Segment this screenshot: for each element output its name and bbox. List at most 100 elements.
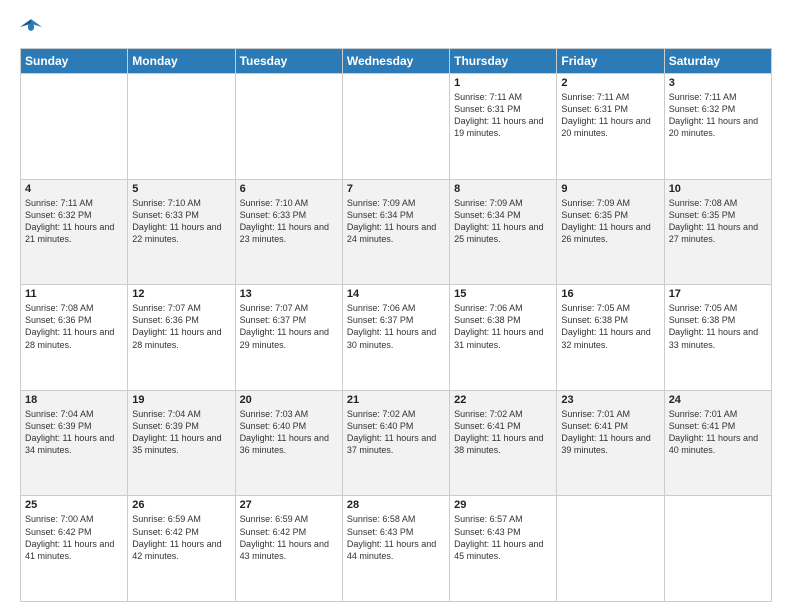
day-cell: 17 Sunrise: 7:05 AM Sunset: 6:38 PM Dayli… (664, 285, 771, 391)
day-cell: 21 Sunrise: 7:02 AM Sunset: 6:40 PM Dayli… (342, 390, 449, 496)
col-header-wednesday: Wednesday (342, 49, 449, 74)
col-header-friday: Friday (557, 49, 664, 74)
week-row-2: 4 Sunrise: 7:11 AM Sunset: 6:32 PM Daylig… (21, 179, 772, 285)
day-info: Sunrise: 7:10 AM Sunset: 6:33 PM Dayligh… (132, 197, 230, 246)
day-cell: 23 Sunrise: 7:01 AM Sunset: 6:41 PM Dayli… (557, 390, 664, 496)
logo-bird-icon (20, 16, 42, 38)
day-number: 3 (669, 77, 767, 89)
day-number: 22 (454, 394, 552, 406)
day-cell: 27 Sunrise: 6:59 AM Sunset: 6:42 PM Dayli… (235, 496, 342, 602)
day-info: Sunrise: 7:10 AM Sunset: 6:33 PM Dayligh… (240, 197, 338, 246)
col-header-thursday: Thursday (450, 49, 557, 74)
day-number: 26 (132, 499, 230, 511)
col-header-saturday: Saturday (664, 49, 771, 74)
day-cell: 9 Sunrise: 7:09 AM Sunset: 6:35 PM Daylig… (557, 179, 664, 285)
day-info: Sunrise: 7:09 AM Sunset: 6:34 PM Dayligh… (454, 197, 552, 246)
day-cell: 13 Sunrise: 7:07 AM Sunset: 6:37 PM Dayli… (235, 285, 342, 391)
day-cell (664, 496, 771, 602)
day-number: 4 (25, 183, 123, 195)
week-row-3: 11 Sunrise: 7:08 AM Sunset: 6:36 PM Dayli… (21, 285, 772, 391)
logo (20, 16, 46, 38)
day-cell (342, 74, 449, 180)
day-info: Sunrise: 6:58 AM Sunset: 6:43 PM Dayligh… (347, 513, 445, 562)
day-cell (235, 74, 342, 180)
col-header-sunday: Sunday (21, 49, 128, 74)
day-info: Sunrise: 7:04 AM Sunset: 6:39 PM Dayligh… (132, 408, 230, 457)
day-cell: 7Sunrise: 7:09 AM Sunset: 6:34 PM Daylig… (342, 179, 449, 285)
day-number: 6 (240, 183, 338, 195)
day-info: Sunrise: 6:59 AM Sunset: 6:42 PM Dayligh… (240, 513, 338, 562)
day-cell: 12 Sunrise: 7:07 AM Sunset: 6:36 PM Dayli… (128, 285, 235, 391)
day-number: 10 (669, 183, 767, 195)
day-cell: 6 Sunrise: 7:10 AM Sunset: 6:33 PM Daylig… (235, 179, 342, 285)
day-info: Sunrise: 7:04 AM Sunset: 6:39 PM Dayligh… (25, 408, 123, 457)
day-cell: 4 Sunrise: 7:11 AM Sunset: 6:32 PM Daylig… (21, 179, 128, 285)
day-number: 25 (25, 499, 123, 511)
day-info: Sunrise: 7:00 AM Sunset: 6:42 PM Dayligh… (25, 513, 123, 562)
day-number: 7 (347, 183, 445, 195)
day-cell: 20 Sunrise: 7:03 AM Sunset: 6:40 PM Dayli… (235, 390, 342, 496)
day-number: 1 (454, 77, 552, 89)
day-number: 18 (25, 394, 123, 406)
week-row-1: 1 Sunrise: 7:11 AM Sunset: 6:31 PM Daylig… (21, 74, 772, 180)
day-number: 2 (561, 77, 659, 89)
page: SundayMondayTuesdayWednesdayThursdayFrid… (0, 0, 792, 612)
day-info: Sunrise: 7:07 AM Sunset: 6:36 PM Dayligh… (132, 302, 230, 351)
day-info: Sunrise: 7:07 AM Sunset: 6:37 PM Dayligh… (240, 302, 338, 351)
day-info: Sunrise: 7:11 AM Sunset: 6:32 PM Dayligh… (25, 197, 123, 246)
calendar-table: SundayMondayTuesdayWednesdayThursdayFrid… (20, 48, 772, 602)
day-info: Sunrise: 7:08 AM Sunset: 6:35 PM Dayligh… (669, 197, 767, 246)
day-info: Sunrise: 7:05 AM Sunset: 6:38 PM Dayligh… (561, 302, 659, 351)
day-cell: 18 Sunrise: 7:04 AM Sunset: 6:39 PM Dayli… (21, 390, 128, 496)
day-number: 29 (454, 499, 552, 511)
day-cell: 1 Sunrise: 7:11 AM Sunset: 6:31 PM Daylig… (450, 74, 557, 180)
day-cell: 25 Sunrise: 7:00 AM Sunset: 6:42 PM Dayli… (21, 496, 128, 602)
day-number: 20 (240, 394, 338, 406)
day-number: 9 (561, 183, 659, 195)
day-cell: 28 Sunrise: 6:58 AM Sunset: 6:43 PM Dayli… (342, 496, 449, 602)
day-info: Sunrise: 7:05 AM Sunset: 6:38 PM Dayligh… (669, 302, 767, 351)
week-row-4: 18 Sunrise: 7:04 AM Sunset: 6:39 PM Dayli… (21, 390, 772, 496)
day-cell: 29 Sunrise: 6:57 AM Sunset: 6:43 PM Dayli… (450, 496, 557, 602)
day-info: Sunrise: 7:03 AM Sunset: 6:40 PM Dayligh… (240, 408, 338, 457)
day-cell: 16 Sunrise: 7:05 AM Sunset: 6:38 PM Dayli… (557, 285, 664, 391)
day-cell: 26 Sunrise: 6:59 AM Sunset: 6:42 PM Dayli… (128, 496, 235, 602)
day-number: 11 (25, 288, 123, 300)
day-cell: 8 Sunrise: 7:09 AM Sunset: 6:34 PM Daylig… (450, 179, 557, 285)
day-cell: 15Sunrise: 7:06 AM Sunset: 6:38 PM Dayli… (450, 285, 557, 391)
day-number: 24 (669, 394, 767, 406)
day-number: 19 (132, 394, 230, 406)
day-number: 27 (240, 499, 338, 511)
day-number: 8 (454, 183, 552, 195)
col-header-monday: Monday (128, 49, 235, 74)
day-info: Sunrise: 7:01 AM Sunset: 6:41 PM Dayligh… (561, 408, 659, 457)
day-info: Sunrise: 7:08 AM Sunset: 6:36 PM Dayligh… (25, 302, 123, 351)
day-number: 21 (347, 394, 445, 406)
day-cell: 19 Sunrise: 7:04 AM Sunset: 6:39 PM Dayli… (128, 390, 235, 496)
day-info: Sunrise: 7:09 AM Sunset: 6:35 PM Dayligh… (561, 197, 659, 246)
day-info: Sunrise: 7:11 AM Sunset: 6:31 PM Dayligh… (454, 91, 552, 140)
day-number: 28 (347, 499, 445, 511)
day-number: 13 (240, 288, 338, 300)
day-info: Sunrise: 7:11 AM Sunset: 6:31 PM Dayligh… (561, 91, 659, 140)
day-number: 15 (454, 288, 552, 300)
day-info: Sunrise: 7:06 AM Sunset: 6:37 PM Dayligh… (347, 302, 445, 351)
day-number: 23 (561, 394, 659, 406)
day-number: 17 (669, 288, 767, 300)
day-cell (21, 74, 128, 180)
day-number: 16 (561, 288, 659, 300)
day-number: 12 (132, 288, 230, 300)
day-cell: 5 Sunrise: 7:10 AM Sunset: 6:33 PM Daylig… (128, 179, 235, 285)
day-info: Sunrise: 6:59 AM Sunset: 6:42 PM Dayligh… (132, 513, 230, 562)
day-info: Sunrise: 7:02 AM Sunset: 6:40 PM Dayligh… (347, 408, 445, 457)
day-info: Sunrise: 6:57 AM Sunset: 6:43 PM Dayligh… (454, 513, 552, 562)
day-info: Sunrise: 7:11 AM Sunset: 6:32 PM Dayligh… (669, 91, 767, 140)
week-row-5: 25 Sunrise: 7:00 AM Sunset: 6:42 PM Dayli… (21, 496, 772, 602)
day-cell: 22 Sunrise: 7:02 AM Sunset: 6:41 PM Dayli… (450, 390, 557, 496)
day-number: 5 (132, 183, 230, 195)
day-info: Sunrise: 7:01 AM Sunset: 6:41 PM Dayligh… (669, 408, 767, 457)
day-number: 14 (347, 288, 445, 300)
day-cell: 11 Sunrise: 7:08 AM Sunset: 6:36 PM Dayli… (21, 285, 128, 391)
day-cell: 2 Sunrise: 7:11 AM Sunset: 6:31 PM Daylig… (557, 74, 664, 180)
day-info: Sunrise: 7:02 AM Sunset: 6:41 PM Dayligh… (454, 408, 552, 457)
